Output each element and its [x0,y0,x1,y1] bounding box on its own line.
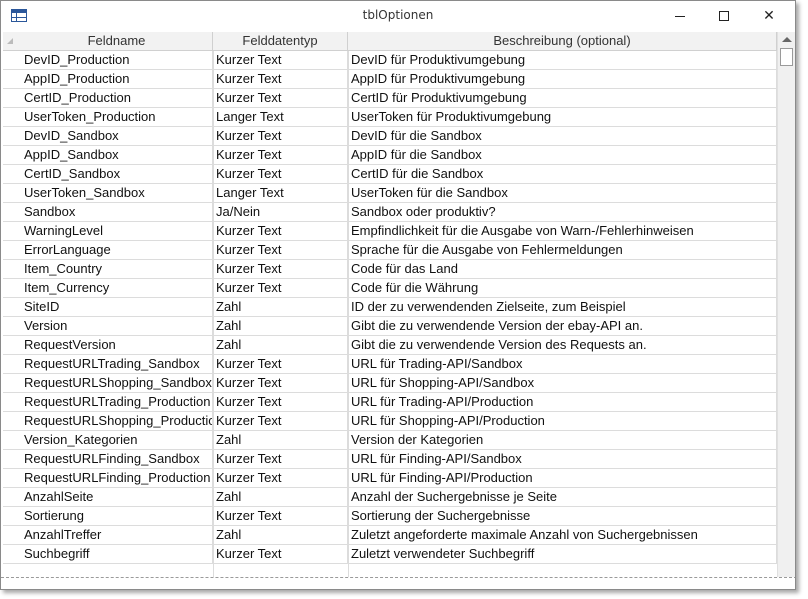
scroll-up-icon[interactable] [782,37,792,42]
description-cell[interactable]: URL für Trading-API/Sandbox [348,355,777,373]
description-cell[interactable]: Anzahl der Suchergebnisse je Seite [348,488,777,506]
scroll-thumb[interactable] [780,48,793,66]
header-description[interactable]: Beschreibung (optional) [348,32,777,50]
grid-header: Feldname Felddatentyp Beschreibung (opti… [3,32,777,51]
description-cell[interactable]: AppID für die Sandbox [348,146,777,164]
title-bar: tblOptionen ✕ [1,1,795,31]
maximize-button[interactable] [701,1,747,31]
description-cell[interactable]: UserToken für die Sandbox [348,184,777,202]
vertical-scrollbar[interactable] [777,32,795,587]
description-cell[interactable]: Code für das Land [348,260,777,278]
torn-edge [1,577,795,589]
description-cell[interactable]: CertID für die Sandbox [348,165,777,183]
table-design-window: tblOptionen ✕ Feldname Felddatentyp Besc… [0,0,796,590]
empty-col-1 [21,51,214,582]
description-cell[interactable]: Sprache für die Ausgabe von Fehlermeldun… [348,241,777,259]
description-cell[interactable]: ID der zu verwendenden Zielseite, zum Be… [348,298,777,316]
select-all-corner[interactable] [3,32,21,50]
description-cell[interactable]: URL für Shopping-API/Production [348,412,777,430]
description-cell[interactable]: DevID für die Sandbox [348,127,777,145]
minimize-button[interactable] [657,1,703,31]
description-cell[interactable]: Zuletzt verwendeter Suchbegriff [348,545,777,563]
header-data-type[interactable]: Felddatentyp [213,32,348,50]
description-cell[interactable]: DevID für Produktivumgebung [348,51,777,69]
close-button[interactable]: ✕ [746,1,792,31]
header-field-name[interactable]: Feldname [21,32,213,50]
field-grid: Feldname Felddatentyp Beschreibung (opti… [3,32,777,582]
description-cell[interactable]: Zuletzt angeforderte maximale Anzahl von… [348,526,777,544]
description-cell[interactable]: Sortierung der Suchergebnisse [348,507,777,525]
description-cell[interactable]: AppID für Produktivumgebung [348,70,777,88]
description-cell[interactable]: Code für die Währung [348,279,777,297]
description-cell[interactable]: CertID für Produktivumgebung [348,89,777,107]
description-cell[interactable]: URL für Finding-API/Production [348,469,777,487]
empty-col-2 [213,51,349,582]
maximize-icon [719,11,729,21]
description-cell[interactable]: Gibt die zu verwendende Version der ebay… [348,317,777,335]
description-cell[interactable]: URL für Shopping-API/Sandbox [348,374,777,392]
close-icon: ✕ [763,8,775,24]
description-cell[interactable]: URL für Finding-API/Sandbox [348,450,777,468]
description-cell[interactable]: URL für Trading-API/Production [348,393,777,411]
description-cell[interactable]: Empfindlichkeit für die Ausgabe von Warn… [348,222,777,240]
description-cell[interactable]: Version der Kategorien [348,431,777,449]
description-cell[interactable]: UserToken für Produktivumgebung [348,108,777,126]
description-cell[interactable]: Gibt die zu verwendende Version des Requ… [348,336,777,354]
minimize-icon [675,15,685,17]
description-cell[interactable]: Sandbox oder produktiv? [348,203,777,221]
